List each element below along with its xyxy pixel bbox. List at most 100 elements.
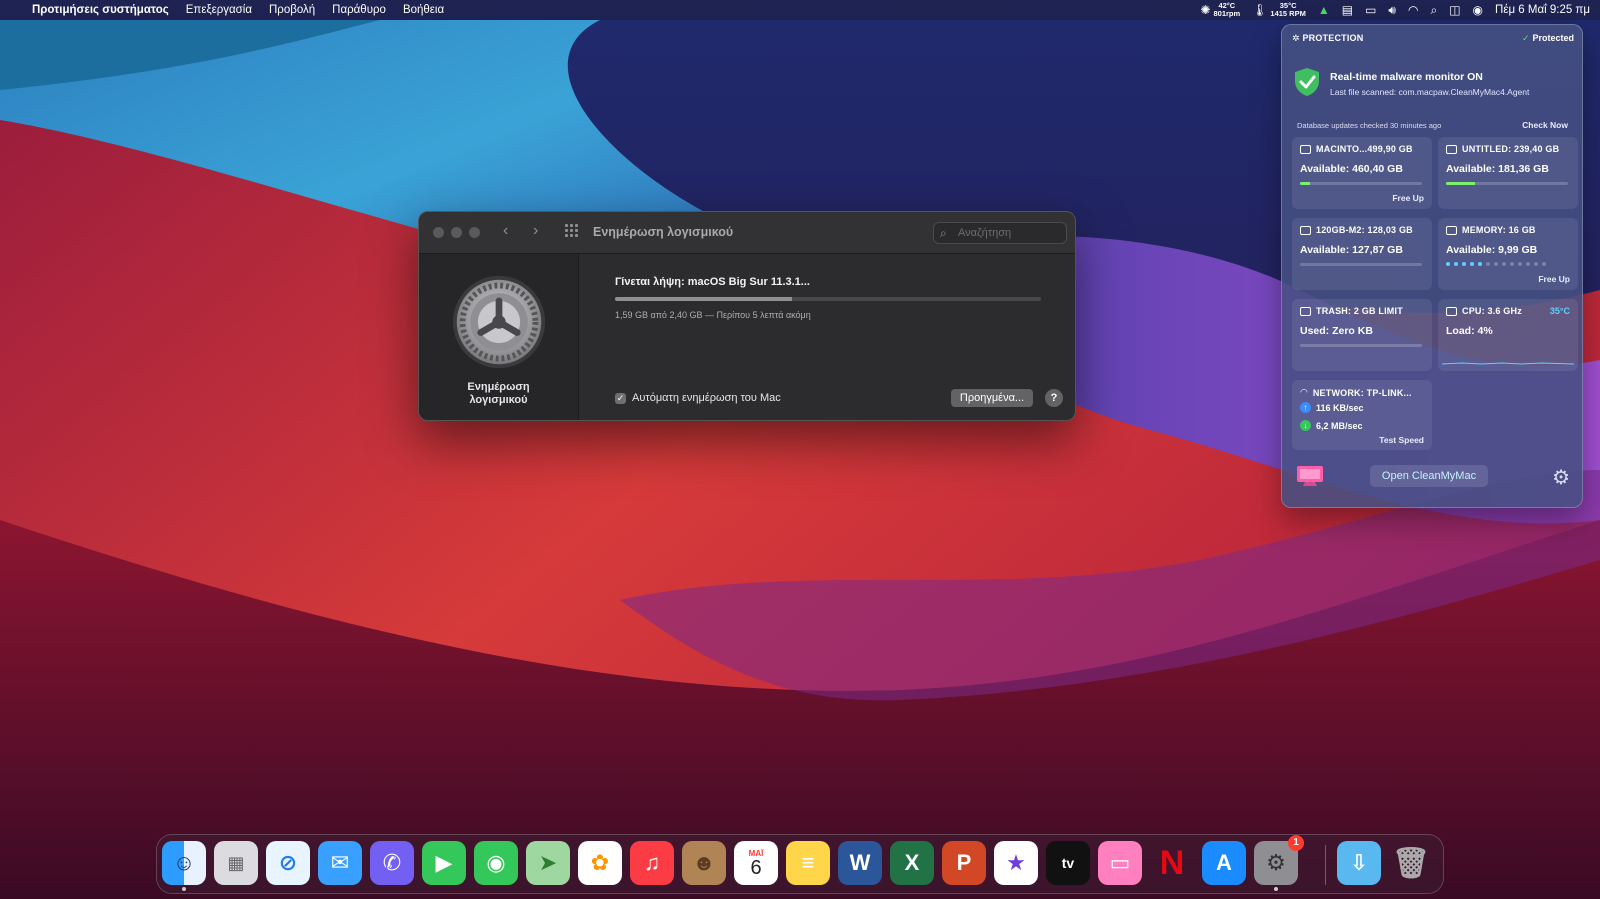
disk2-usage-bar [1446, 182, 1568, 185]
zoom-window-button[interactable] [469, 227, 480, 238]
menu-app-name[interactable]: Προτιμήσεις συστήματος [32, 4, 169, 16]
realtime-monitor-title: Real-time malware monitor ON [1330, 71, 1483, 83]
check-now-button[interactable]: Check Now [1522, 120, 1568, 130]
istat-menus-icon[interactable]: ▲ [1318, 3, 1330, 17]
protection-status-label: Protected [1532, 33, 1574, 43]
app-store-icon[interactable]: A [1202, 841, 1246, 885]
powerpoint-icon[interactable]: P [942, 841, 986, 885]
forward-arrow-icon[interactable]: › [533, 222, 538, 240]
wifi-icon[interactable]: ◠ [1408, 3, 1418, 17]
menu-window[interactable]: Παράθυρο [332, 4, 386, 16]
protection-icon: ✲ [1292, 33, 1303, 43]
software-update-window: ‹ › Ενημέρωση λογισμικού ⌕ Ενημέρωση λογ… [418, 211, 1076, 421]
memory-dot [1542, 262, 1546, 266]
system-preferences-icon[interactable]: ⚙ 1 [1254, 835, 1304, 885]
minimize-window-button[interactable] [451, 227, 462, 238]
search-field[interactable]: ⌕ [933, 222, 1067, 244]
cpu-tile[interactable]: CPU: 3.6 GHz 35°C Load: 4% [1438, 299, 1578, 371]
memory-chip-icon [1446, 225, 1457, 235]
memory-header: MEMORY: 16 GB [1462, 225, 1536, 235]
memory-dot [1454, 262, 1458, 266]
close-window-button[interactable] [433, 227, 444, 238]
sensor-rpm: 1415 RPM [1270, 9, 1306, 18]
disk-tile-macintosh[interactable]: MACINTO...499,90 GB Available: 460,40 GB… [1292, 137, 1432, 209]
check-icon: ✓ [1521, 33, 1530, 43]
photos-icon[interactable]: ✿ [578, 841, 622, 885]
trash-header: TRASH: 2 GB LIMIT [1316, 306, 1403, 316]
fan-rpm: 801rpm [1213, 9, 1241, 18]
disk1-free-up-button[interactable]: Free Up [1392, 193, 1424, 203]
cpu-temperature: 35°C [1549, 306, 1570, 316]
disk-icon [1446, 144, 1457, 154]
imovie-icon[interactable]: ★ [994, 841, 1038, 885]
disk3-usage-bar [1300, 263, 1422, 266]
sensor-status[interactable]: 🌡︎ 35°C 1415 RPM [1252, 2, 1306, 18]
siri-icon[interactable]: ◉ [1473, 3, 1483, 17]
music-icon[interactable]: ♫ [630, 841, 674, 885]
messages-icon[interactable]: ◉ [474, 841, 518, 885]
memory-free-up-button[interactable]: Free Up [1538, 274, 1570, 284]
facetime-icon[interactable]: ▶ [422, 841, 466, 885]
volume-icon[interactable]: 🔊︎ [1388, 3, 1396, 18]
notes-icon[interactable]: ≡ [786, 841, 830, 885]
calendar-day: 6 [750, 856, 762, 879]
test-speed-button[interactable]: Test Speed [1379, 435, 1424, 445]
checkmark-icon[interactable]: ✓ [615, 392, 626, 404]
help-button[interactable]: ? [1045, 389, 1063, 407]
memory-dot [1486, 262, 1490, 266]
search-icon: ⌕ [940, 226, 947, 240]
downloads-folder-icon[interactable]: ⇩ [1337, 841, 1381, 885]
open-cleanmymac-button[interactable]: Open CleanMyMac [1370, 465, 1488, 487]
disk1-usage-bar [1300, 182, 1422, 185]
cleanmymac-menu-icon[interactable]: ▭ [1365, 3, 1376, 17]
network-tile[interactable]: ◠ NETWORK: TP-LINK... ↑ 116 KB/sec ↓ 6,2 MB… [1292, 380, 1432, 450]
menu-view[interactable]: Προβολή [269, 4, 315, 16]
contacts-icon[interactable]: ☻ [682, 841, 726, 885]
input-source-icon[interactable]: ▤ [1342, 3, 1353, 17]
mail-icon[interactable]: ✉ [318, 841, 362, 885]
spotlight-search-icon[interactable]: ⌕ [1430, 3, 1437, 18]
disk2-header: UNTITLED: 239,40 GB [1462, 144, 1560, 154]
memory-dot [1446, 262, 1450, 266]
memory-dot [1510, 262, 1514, 266]
disk-tile-120gb[interactable]: 120GB-M2: 128,03 GB Available: 127,87 GB [1292, 218, 1432, 290]
apple-tv-icon[interactable]: tv [1046, 841, 1090, 885]
disk-icon [1300, 144, 1311, 154]
menu-help[interactable]: Βοήθεια [403, 4, 444, 16]
auto-update-checkbox[interactable]: ✓ Αυτόματη ενημέρωση του Mac [615, 392, 781, 404]
cleanmymac-dock-icon[interactable]: ▭ [1098, 841, 1142, 885]
netflix-icon[interactable]: N [1150, 841, 1194, 885]
show-all-grid-icon[interactable] [565, 224, 579, 238]
search-input[interactable] [958, 225, 1062, 241]
maps-icon[interactable]: ➤ [526, 841, 570, 885]
advanced-button[interactable]: Προηγμένα... [951, 389, 1033, 407]
memory-dot [1478, 262, 1482, 266]
memory-dot [1534, 262, 1538, 266]
protection-status: ✓ Protected [1522, 33, 1574, 44]
menu-edit[interactable]: Επεξεργασία [186, 4, 252, 16]
excel-icon[interactable]: X [890, 841, 934, 885]
word-icon[interactable]: W [838, 841, 882, 885]
memory-usage-dots [1446, 262, 1546, 266]
calendar-icon[interactable]: ΜΑΪ 6 [734, 841, 778, 885]
cleanmymac-logo-icon[interactable] [1296, 465, 1324, 487]
network-header: NETWORK: TP-LINK... [1312, 387, 1412, 398]
back-arrow-icon[interactable]: ‹ [503, 222, 508, 240]
finder-icon[interactable]: ☺ [162, 841, 206, 885]
cleanmymac-panel: ✲ PROTECTION ✓ Protected Real-time malwar… [1281, 24, 1583, 508]
viber-icon[interactable]: ✆ [370, 841, 414, 885]
cpu-load: Load: 4% [1446, 325, 1493, 337]
trash-icon [1300, 306, 1311, 316]
fan-status[interactable]: ✺ 42°C 801rpm [1200, 2, 1240, 18]
safari-icon[interactable]: ⊘ [266, 841, 310, 885]
control-center-icon[interactable]: ◫ [1449, 3, 1460, 17]
memory-tile[interactable]: MEMORY: 16 GB Available: 9,99 GB Free Up [1438, 218, 1578, 290]
menubar-clock[interactable]: Πέμ 6 Μαΐ 9:25 πμ [1495, 4, 1590, 16]
settings-gear-icon[interactable]: ⚙ [1552, 465, 1570, 490]
trash-can-icon[interactable]: 🗑︎ [1389, 841, 1433, 885]
trash-tile[interactable]: TRASH: 2 GB LIMIT Used: Zero KB [1292, 299, 1432, 371]
disk2-usage-fill [1446, 182, 1476, 185]
software-update-gear-icon [452, 275, 545, 369]
disk-tile-untitled[interactable]: UNTITLED: 239,40 GB Available: 181,36 GB [1438, 137, 1578, 209]
launchpad-icon[interactable]: ▦ [214, 841, 258, 885]
